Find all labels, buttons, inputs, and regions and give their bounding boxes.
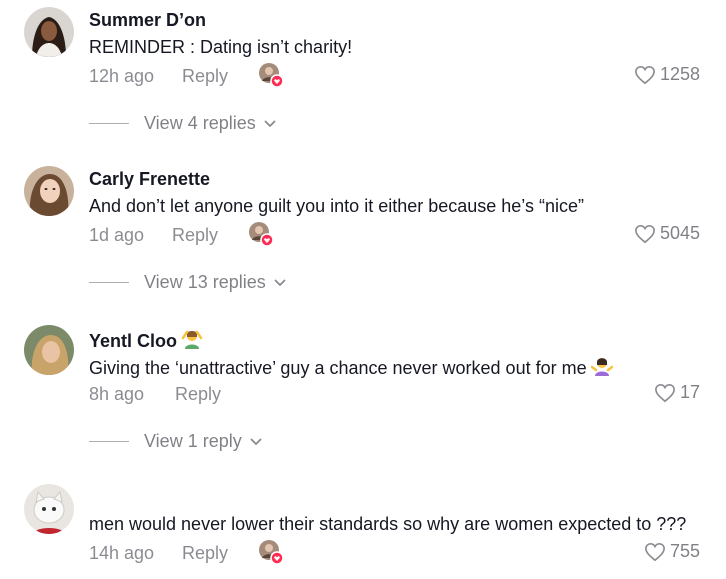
comment-item: Carly Frenette And don’t let anyone guil… <box>0 159 726 299</box>
reply-button[interactable]: Reply <box>175 384 221 405</box>
creator-liked-badge <box>258 62 284 88</box>
heart-outline-icon <box>655 383 675 402</box>
reply-button[interactable]: Reply <box>182 66 228 87</box>
avatar[interactable] <box>24 7 74 57</box>
view-replies-label: View 4 replies <box>144 113 256 133</box>
username[interactable]: Yentl Cloo <box>89 328 203 355</box>
timestamp: 8h ago <box>89 384 145 404</box>
heart-outline-icon <box>635 65 655 84</box>
comment-item: Summer D’on REMINDER : Dating isn’t char… <box>0 0 726 140</box>
chevron-down-icon <box>250 438 262 445</box>
username[interactable]: Carly Frenette <box>89 169 210 190</box>
heart-outline-icon <box>645 542 665 561</box>
divider <box>89 282 129 283</box>
view-replies-button[interactable]: View 4 replies <box>89 113 276 134</box>
like-button[interactable]: 17 <box>654 382 700 403</box>
view-replies-label: View 1 reply <box>144 431 242 451</box>
divider <box>89 441 129 442</box>
view-replies-button[interactable]: View 13 replies <box>89 272 286 293</box>
avatar[interactable] <box>24 325 74 375</box>
comment-item: Yentl Cloo Giving the ‘unattractive’ guy… <box>0 318 726 458</box>
avatar[interactable] <box>24 484 74 534</box>
comment-item: men would never lower their standards so… <box>0 477 726 579</box>
comment-text: men would never lower their standards so… <box>89 514 687 534</box>
like-button[interactable]: 5045 <box>634 223 700 244</box>
username[interactable]: Summer D’on <box>89 10 206 31</box>
like-count: 17 <box>679 382 700 402</box>
view-replies-button[interactable]: View 1 reply <box>89 431 262 452</box>
reply-button[interactable]: Reply <box>172 225 218 246</box>
like-button[interactable]: 1258 <box>634 64 700 85</box>
view-replies-label: View 13 replies <box>144 272 266 292</box>
avatar[interactable] <box>24 166 74 216</box>
comment-text: Giving the ‘unattractive’ guy a chance n… <box>89 355 613 382</box>
person-gesturing-ok-emoji-icon <box>181 328 203 355</box>
comment-text: REMINDER : Dating isn’t charity! <box>89 37 353 57</box>
chevron-down-icon <box>274 279 286 286</box>
like-count: 755 <box>669 541 700 561</box>
creator-liked-badge <box>248 221 274 247</box>
reply-button[interactable]: Reply <box>182 543 228 564</box>
heart-outline-icon <box>635 224 655 243</box>
creator-liked-badge <box>258 539 284 565</box>
divider <box>89 123 129 124</box>
like-count: 5045 <box>659 223 700 243</box>
comment-text-content: Giving the ‘unattractive’ guy a chance n… <box>89 358 587 378</box>
timestamp: 12h ago <box>89 66 155 86</box>
comment-text: And don’t let anyone guilt you into it e… <box>89 196 584 216</box>
person-shrugging-emoji-icon <box>590 355 613 382</box>
chevron-down-icon <box>264 120 276 127</box>
username-text: Yentl Cloo <box>89 331 178 351</box>
like-button[interactable]: 755 <box>644 541 700 562</box>
like-count: 1258 <box>659 64 700 84</box>
timestamp: 1d ago <box>89 225 145 245</box>
timestamp: 14h ago <box>89 543 155 563</box>
